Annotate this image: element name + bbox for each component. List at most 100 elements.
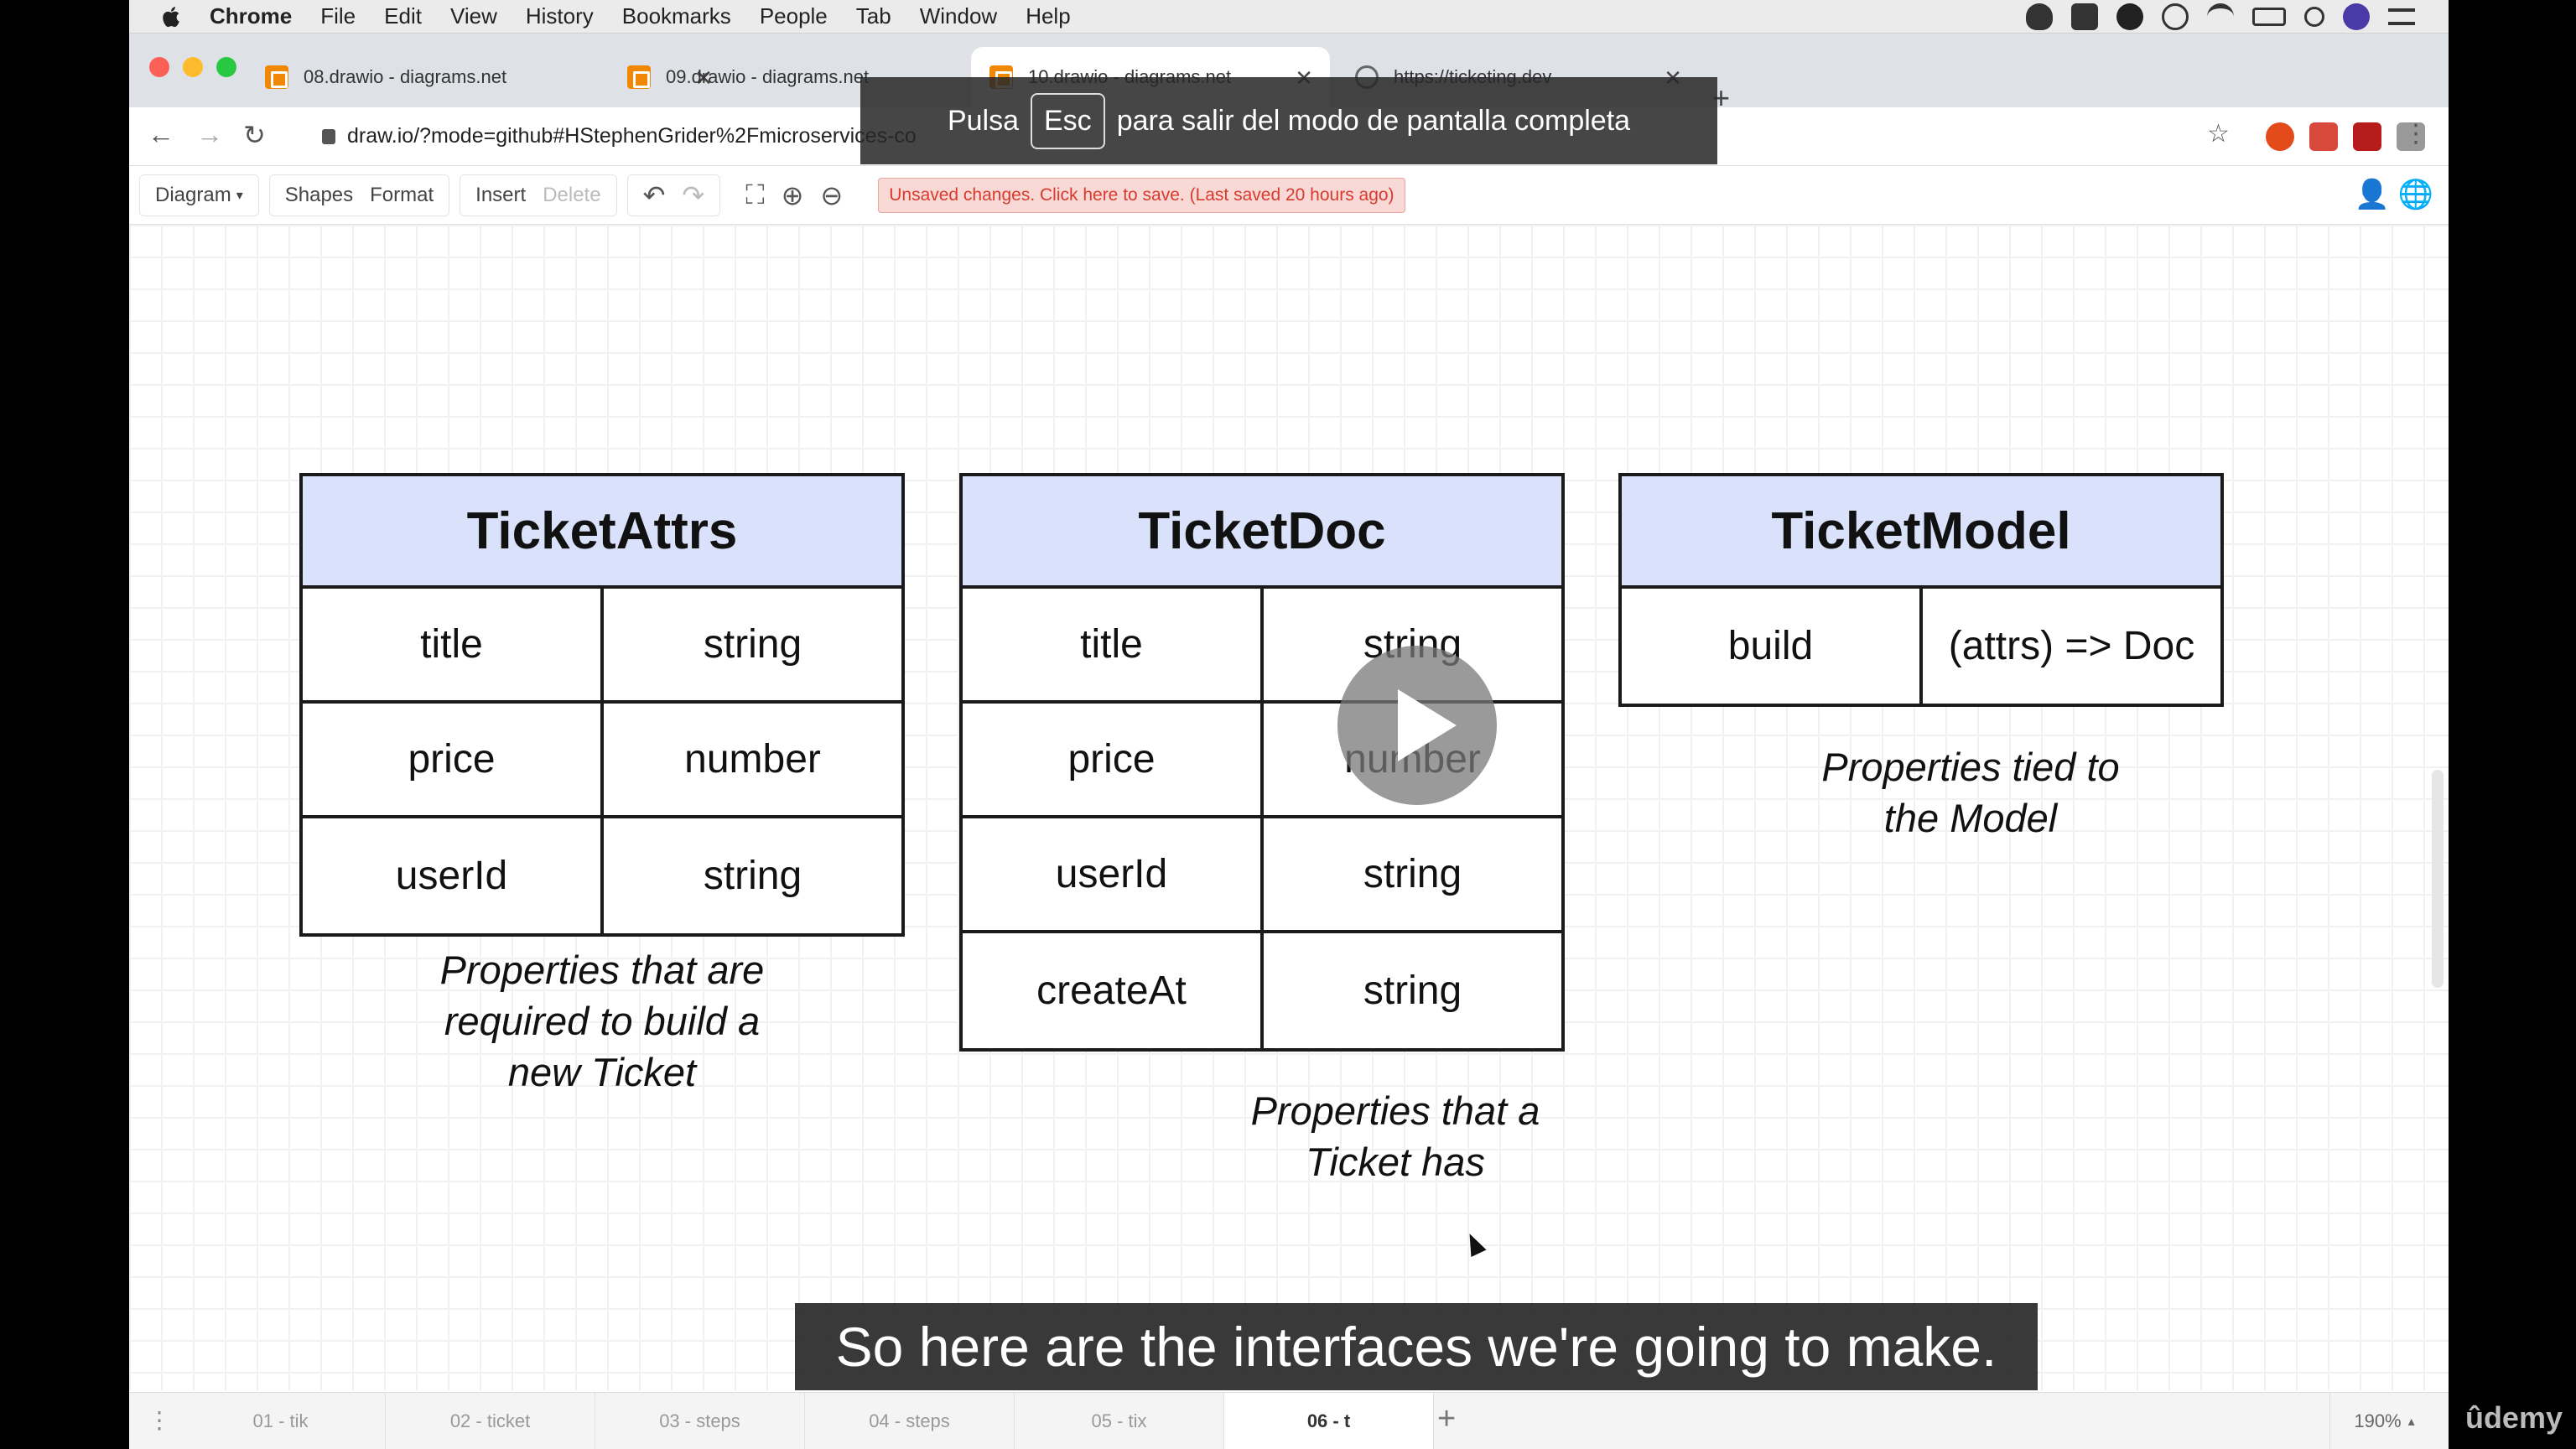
page-tab[interactable]: 02 - ticket [386, 1393, 595, 1449]
zoom-value: 190% [2354, 1410, 2402, 1431]
page-tab[interactable]: 01 - tik [176, 1393, 386, 1449]
esc-key: Esc [1031, 92, 1105, 149]
minimize-window-button[interactable] [183, 57, 203, 77]
page-tab[interactable]: 04 - steps [805, 1393, 1015, 1449]
wifi-icon[interactable] [2207, 3, 2234, 30]
back-icon[interactable]: ← [148, 119, 174, 150]
field-type: string [703, 854, 802, 898]
menu-window[interactable]: Window [920, 3, 997, 29]
fullscreen-icon[interactable]: ⛶ [745, 179, 764, 211]
insert-button[interactable]: Insert [475, 184, 526, 207]
diagram-menu-label: Diagram [155, 183, 231, 206]
field-name: price [303, 704, 604, 815]
shapes-button[interactable]: Shapes [285, 184, 353, 207]
page-tab-active[interactable]: 06 - t [1224, 1393, 1434, 1449]
status-icons [2026, 3, 2415, 30]
history-group: ↶ ↷ [626, 174, 721, 216]
menu-edit[interactable]: Edit [384, 3, 422, 29]
zoom-out-icon[interactable]: ⊖ [820, 179, 843, 211]
battery-icon[interactable] [2252, 8, 2286, 26]
menu-file[interactable]: File [320, 3, 356, 29]
bookmark-star-icon[interactable]: ☆ [2207, 119, 2230, 148]
menu-tab[interactable]: Tab [856, 3, 891, 29]
play-button-icon[interactable] [1337, 646, 1497, 805]
music-icon[interactable] [2116, 3, 2143, 30]
zoom-level[interactable]: 190% ▴ [2329, 1393, 2438, 1449]
format-button[interactable]: Format [370, 184, 434, 207]
chrome-menu-icon[interactable]: ⋮ [2403, 119, 2428, 148]
field-name: title [303, 589, 604, 700]
caption-line: required to build a [444, 999, 761, 1043]
field-type: string [1363, 852, 1462, 896]
docker-icon[interactable] [2071, 3, 2098, 30]
entity-row[interactable]: price number [303, 704, 901, 818]
fullscreen-exit-notice: Pulsa Esc para salir del modo de pantall… [860, 77, 1717, 164]
zoom-in-icon[interactable]: ⊕ [782, 179, 804, 211]
drawio-favicon-icon [627, 65, 651, 89]
field-name: userId [963, 818, 1264, 930]
apple-icon[interactable] [159, 4, 184, 29]
reload-icon[interactable]: ↻ [243, 119, 266, 151]
field-type: (attrs) => Doc [1948, 624, 2195, 668]
menu-chrome[interactable]: Chrome [210, 3, 292, 29]
forward-icon[interactable]: → [196, 119, 223, 150]
delete-button[interactable]: Delete [543, 184, 600, 207]
unsaved-changes-banner[interactable]: Unsaved changes. Click here to save. (La… [878, 177, 1405, 213]
menu-help[interactable]: Help [1026, 3, 1070, 29]
notification-center-icon[interactable] [2388, 8, 2415, 25]
add-page-button[interactable]: + [1437, 1401, 1456, 1437]
chevron-up-icon: ▴ [2407, 1415, 2415, 1429]
caption-line: Properties that a [1250, 1088, 1540, 1133]
field-name: userId [303, 818, 604, 933]
entity-row[interactable]: userId string [303, 818, 901, 933]
notice-suffix: para salir del modo de pantalla completa [1116, 104, 1631, 137]
language-globe-icon[interactable]: 🌐 [2398, 178, 2433, 211]
entity-row[interactable]: createAt string [963, 933, 1561, 1048]
caption-line: Properties tied to [1821, 745, 2120, 789]
user-icon[interactable]: 👤 [2355, 178, 2390, 211]
lock-icon [322, 129, 335, 145]
drawio-favicon-icon [265, 65, 288, 89]
field-name: build [1622, 589, 1923, 704]
page-tab[interactable]: 03 - steps [595, 1393, 805, 1449]
redo-icon[interactable]: ↷ [682, 179, 704, 211]
siri-icon[interactable] [2343, 3, 2370, 30]
menu-history[interactable]: History [526, 3, 594, 29]
search-icon[interactable] [2304, 7, 2324, 27]
entity-title: TicketDoc [963, 476, 1561, 589]
menu-people[interactable]: People [760, 3, 828, 29]
entity-ticketmodel[interactable]: TicketModel build (attrs) => Doc [1618, 473, 2224, 707]
tab-label: 08.drawio - diagrams.net [304, 66, 507, 87]
extension-icon[interactable] [2309, 122, 2338, 151]
entity-row[interactable]: build (attrs) => Doc [1622, 589, 2220, 704]
page-tab[interactable]: 05 - tix [1015, 1393, 1224, 1449]
undo-icon[interactable]: ↶ [643, 179, 666, 211]
field-name: title [963, 589, 1264, 700]
tab-label: 09.drawio - diagrams.net [666, 66, 870, 87]
vertical-scrollbar[interactable] [2432, 770, 2444, 988]
ublock-extension-icon[interactable] [2266, 122, 2294, 151]
field-type: string [703, 622, 802, 667]
screen: Chrome File Edit View History Bookmarks … [129, 0, 2449, 1449]
notice-prefix: Pulsa [947, 104, 1019, 137]
page-tabs-bar: ⋮ 01 - tik 02 - ticket 03 - steps 04 - s… [129, 1392, 2449, 1449]
glasses-icon[interactable] [2162, 3, 2189, 30]
menu-bookmarks[interactable]: Bookmarks [622, 3, 731, 29]
caption-ticketattrs[interactable]: Properties that are required to build a … [299, 944, 905, 1098]
menu-view[interactable]: View [450, 3, 497, 29]
maximize-window-button[interactable] [216, 57, 236, 77]
caption-line: Properties that are [439, 948, 765, 992]
caption-ticketmodel[interactable]: Properties tied to the Model [1669, 741, 2272, 844]
entity-ticketattrs[interactable]: TicketAttrs title string price number us… [299, 473, 905, 937]
close-window-button[interactable] [149, 57, 169, 77]
extension-badge-icon[interactable] [2353, 122, 2381, 151]
caption-ticketdoc[interactable]: Properties that a Ticket has [1093, 1085, 1697, 1187]
diagram-menu[interactable]: Diagram ▾ [139, 174, 259, 216]
pages-menu-icon[interactable]: ⋮ [148, 1406, 171, 1434]
url-field[interactable]: draw.io/?mode=github#HStephenGrider%2Fmi… [322, 124, 917, 148]
macos-menu-bar: Chrome File Edit View History Bookmarks … [129, 0, 2449, 34]
cloud-icon[interactable] [2026, 3, 2053, 30]
entity-row[interactable]: userId string [963, 818, 1561, 933]
entity-title: TicketModel [1622, 476, 2220, 589]
entity-row[interactable]: title string [303, 589, 901, 704]
